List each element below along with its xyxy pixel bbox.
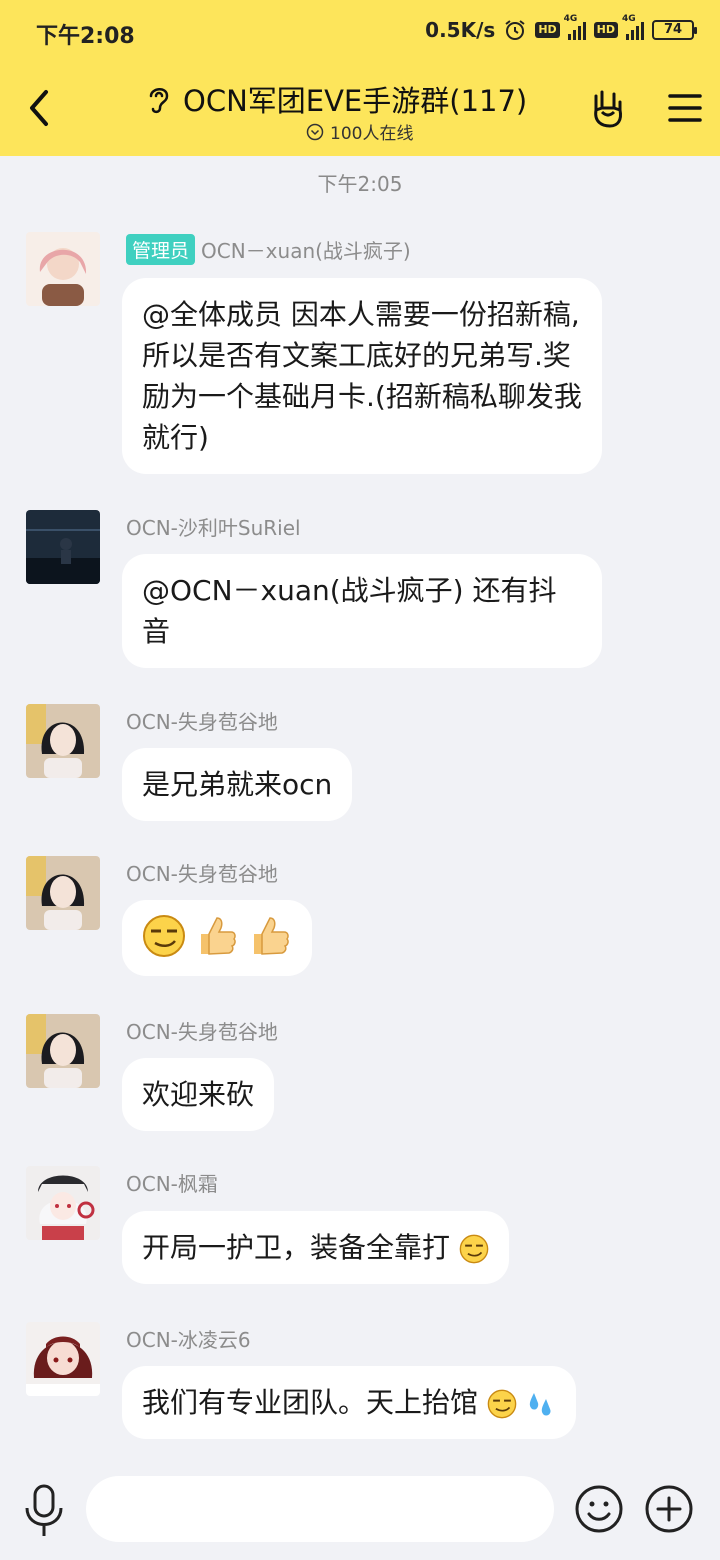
chevron-circle-icon [306, 123, 324, 140]
avatar[interactable] [26, 856, 100, 930]
message-bubble[interactable]: @OCN－xuan(战斗疯子) 还有抖音 [122, 554, 602, 668]
admin-badge: 管理员 [126, 234, 196, 265]
chat-timestamp: 下午2:05 [317, 172, 403, 196]
sweat-drops-icon [529, 1393, 551, 1416]
alarm-icon [505, 20, 525, 40]
avatar[interactable] [26, 510, 100, 584]
smirk-emoji-icon [143, 915, 185, 957]
avatar[interactable] [26, 704, 100, 778]
hd-badge-2: HD [593, 22, 618, 38]
microphone-icon[interactable] [22, 1482, 66, 1538]
message-text: 是兄弟就来ocn [142, 768, 333, 801]
sender-row: OCN-失身苞谷地 [126, 706, 278, 735]
sender-name: OCN-失身苞谷地 [126, 862, 278, 886]
sender-name: OCN-失身苞谷地 [126, 1020, 278, 1044]
message-bubble[interactable]: @全体成员 因本人需要一份招新稿,所以是否有文案工底好的兄弟写.奖励为一个基础月… [122, 278, 602, 474]
sender-row: OCN-失身苞谷地 [126, 1016, 278, 1045]
group-title[interactable]: OCN军团EVE手游群(117) [145, 78, 565, 120]
menu-icon[interactable] [668, 92, 702, 124]
status-indicators: 0.5K/s HD 4G HD 4G 74 [425, 14, 697, 42]
plus-circle-icon[interactable] [644, 1484, 694, 1534]
sender-name: OCN-失身苞谷地 [126, 710, 278, 734]
online-count[interactable]: 100人在线 [306, 119, 413, 144]
thumbs-up-icon [253, 917, 289, 955]
input-bar [0, 1460, 720, 1560]
message-text: @OCN－xuan(战斗疯子) 还有抖音 [142, 574, 557, 648]
message-input[interactable] [86, 1476, 554, 1542]
signal-icon: 4G [564, 14, 586, 40]
thumbs-up-icon [200, 917, 236, 955]
message-text: 欢迎来砍 [142, 1078, 255, 1111]
net-speed: 0.5K/s [425, 18, 496, 42]
sender-name: OCN-枫霜 [126, 1172, 218, 1196]
sender-name: OCN-沙利叶SuRiel [126, 516, 301, 540]
sender-name: OCN-冰凌云6 [126, 1328, 251, 1352]
message-bubble[interactable] [122, 900, 312, 976]
sender-row: OCN-沙利叶SuRiel [126, 512, 301, 541]
smirk-emoji-icon [487, 1389, 517, 1419]
smirk-emoji-icon [459, 1234, 489, 1264]
avatar[interactable] [26, 1014, 100, 1088]
smiley-icon[interactable] [574, 1484, 624, 1534]
sender-row: 管理员 OCN－xuan(战斗疯子) [126, 234, 411, 265]
message-text: 我们有专业团队。天上抬馆 [142, 1386, 479, 1419]
ear-icon [149, 88, 169, 114]
sender-row: OCN-冰凌云6 [126, 1324, 251, 1353]
status-time: 下午2:08 [36, 24, 135, 49]
message-bubble[interactable]: 欢迎来砍 [122, 1058, 275, 1131]
message-bubble[interactable]: 是兄弟就来ocn [122, 748, 353, 821]
sender-row: OCN-枫霜 [126, 1168, 218, 1197]
message-text: 开局一护卫，装备全靠打 [142, 1231, 451, 1264]
online-text: 100人在线 [330, 124, 414, 144]
battery-icon: 74 [652, 20, 697, 40]
hd-badge: HD [535, 22, 560, 38]
chevron-left-icon[interactable] [22, 88, 58, 128]
avatar[interactable] [26, 1166, 100, 1240]
message-bubble[interactable]: 开局一护卫，装备全靠打 [122, 1211, 509, 1284]
sender-row: OCN-失身苞谷地 [126, 858, 278, 887]
page-title: OCN军团EVE手游群(117) [183, 84, 528, 118]
top-bar: 下午2:08 0.5K/s HD 4G HD 4G 74 OCN军团EVE手游群… [0, 0, 720, 156]
rock-hand-icon[interactable] [588, 88, 628, 128]
avatar[interactable] [26, 232, 100, 306]
avatar[interactable] [26, 1322, 100, 1396]
signal-icon-2: 4G [622, 14, 644, 40]
message-bubble[interactable]: 我们有专业团队。天上抬馆 [122, 1366, 576, 1439]
sender-name: OCN－xuan(战斗疯子) [201, 239, 411, 263]
status-bar: 下午2:08 0.5K/s HD 4G HD 4G 74 [0, 0, 720, 62]
message-text: @全体成员 因本人需要一份招新稿,所以是否有文案工底好的兄弟写.奖励为一个基础月… [142, 298, 582, 454]
